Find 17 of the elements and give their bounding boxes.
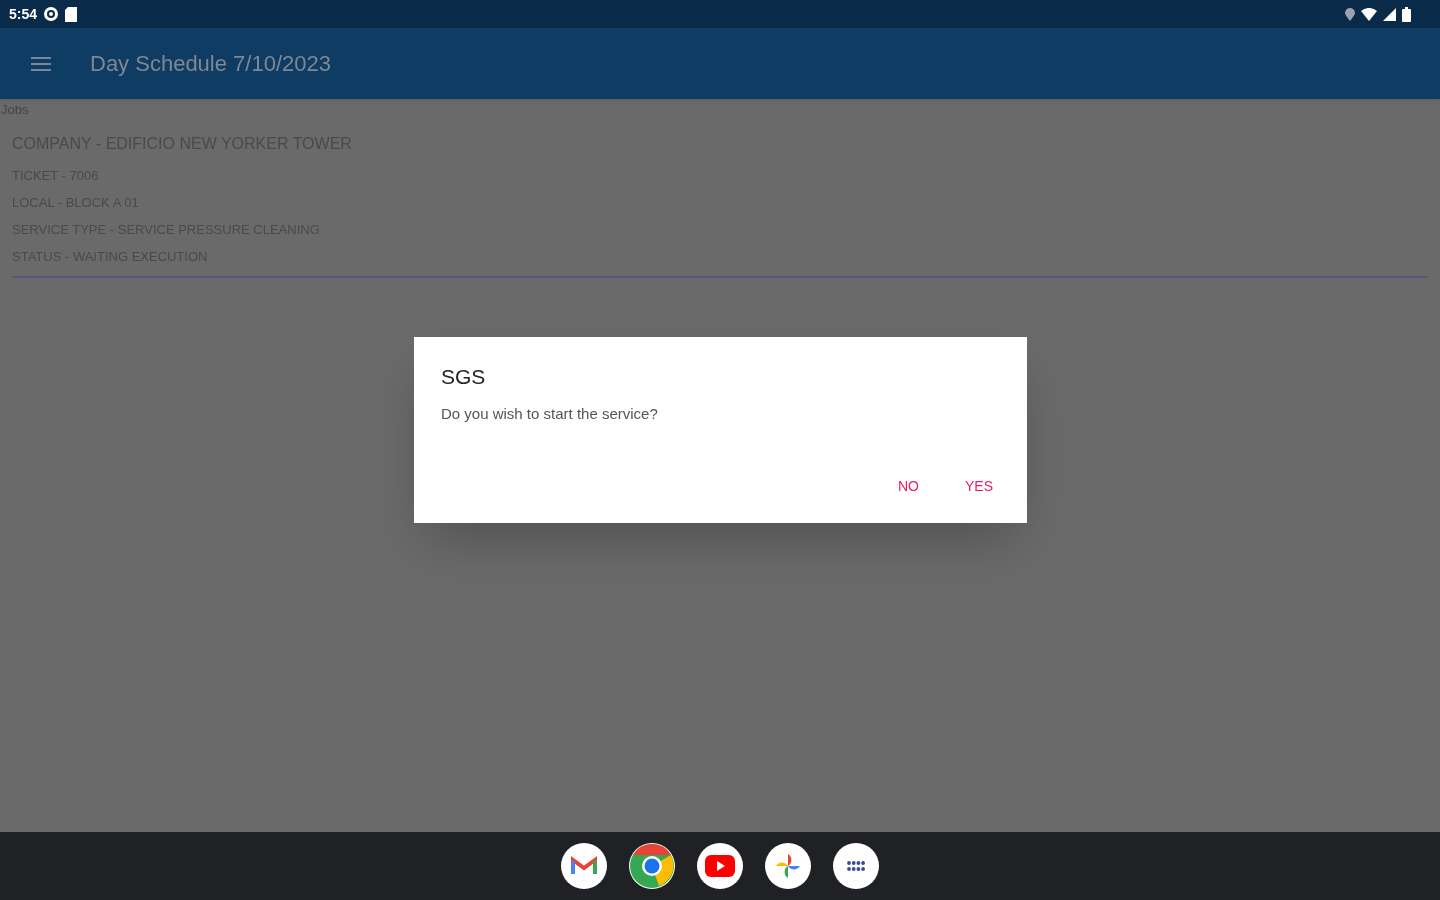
dialog-message: Do you wish to start the service? bbox=[441, 403, 659, 424]
menu-icon[interactable] bbox=[31, 56, 51, 71]
wifi-icon bbox=[1361, 7, 1377, 21]
dialog-button[interactable]: YES bbox=[965, 476, 993, 497]
mail-icon[interactable] bbox=[561, 843, 607, 889]
signal-icon bbox=[1383, 7, 1396, 21]
dialog-button[interactable]: NO bbox=[898, 476, 919, 497]
app-title: Day Schedule 7/10/2023 bbox=[90, 50, 331, 78]
location-icon bbox=[1345, 7, 1355, 21]
pinwheel-icon[interactable] bbox=[765, 843, 811, 889]
status-time: 5:54 bbox=[9, 4, 38, 24]
sd-card-icon bbox=[65, 6, 78, 22]
app-grid-icon[interactable] bbox=[833, 843, 879, 889]
dialog-title: SGS bbox=[441, 364, 487, 390]
browser-icon[interactable] bbox=[629, 843, 675, 889]
battery-icon bbox=[1402, 6, 1411, 22]
video-play-icon[interactable] bbox=[697, 843, 743, 889]
